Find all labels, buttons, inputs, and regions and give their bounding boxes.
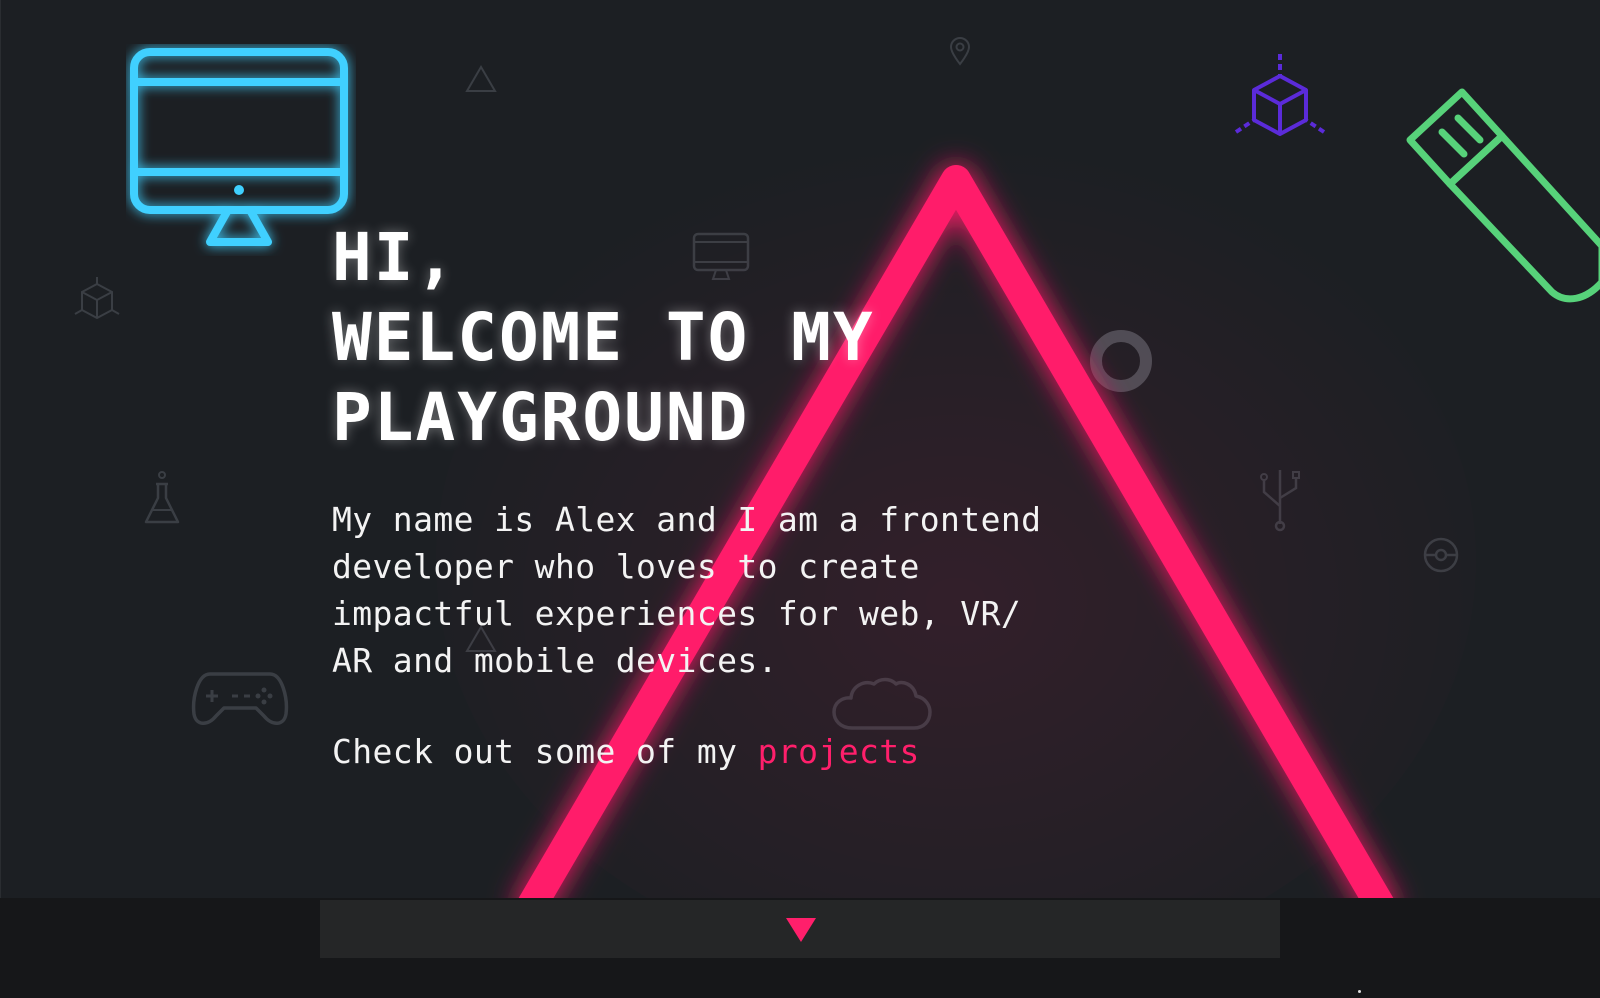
pokeball-icon — [1422, 536, 1460, 574]
page-title: HI, WELCOME TO MY PLAYGROUND — [332, 219, 875, 456]
page-edge — [0, 0, 1, 998]
monitor-icon — [126, 44, 356, 256]
hero-section: HI, WELCOME TO MY PLAYGROUND My name is … — [332, 218, 1092, 775]
projects-link[interactable]: projects — [758, 732, 920, 771]
decorative-dot — [1358, 990, 1361, 993]
cube-icon — [1232, 52, 1328, 152]
usb-symbol-icon — [1258, 468, 1302, 532]
cta-text: Check out some of my — [332, 732, 758, 771]
intro-paragraph: My name is Alex and I am a frontend deve… — [332, 500, 1042, 680]
small-triangle-icon — [464, 64, 498, 94]
usb-drive-icon — [1406, 86, 1600, 316]
flask-icon — [142, 470, 182, 528]
landing-page: HI, WELCOME TO MY PLAYGROUND My name is … — [0, 0, 1600, 998]
triangle-down-icon[interactable] — [786, 918, 816, 942]
cube-icon — [74, 276, 120, 326]
projects-cta: Check out some of my projects — [332, 728, 1092, 775]
map-pin-icon — [948, 36, 972, 66]
gamepad-icon — [190, 668, 290, 728]
ring-icon — [1088, 328, 1154, 394]
